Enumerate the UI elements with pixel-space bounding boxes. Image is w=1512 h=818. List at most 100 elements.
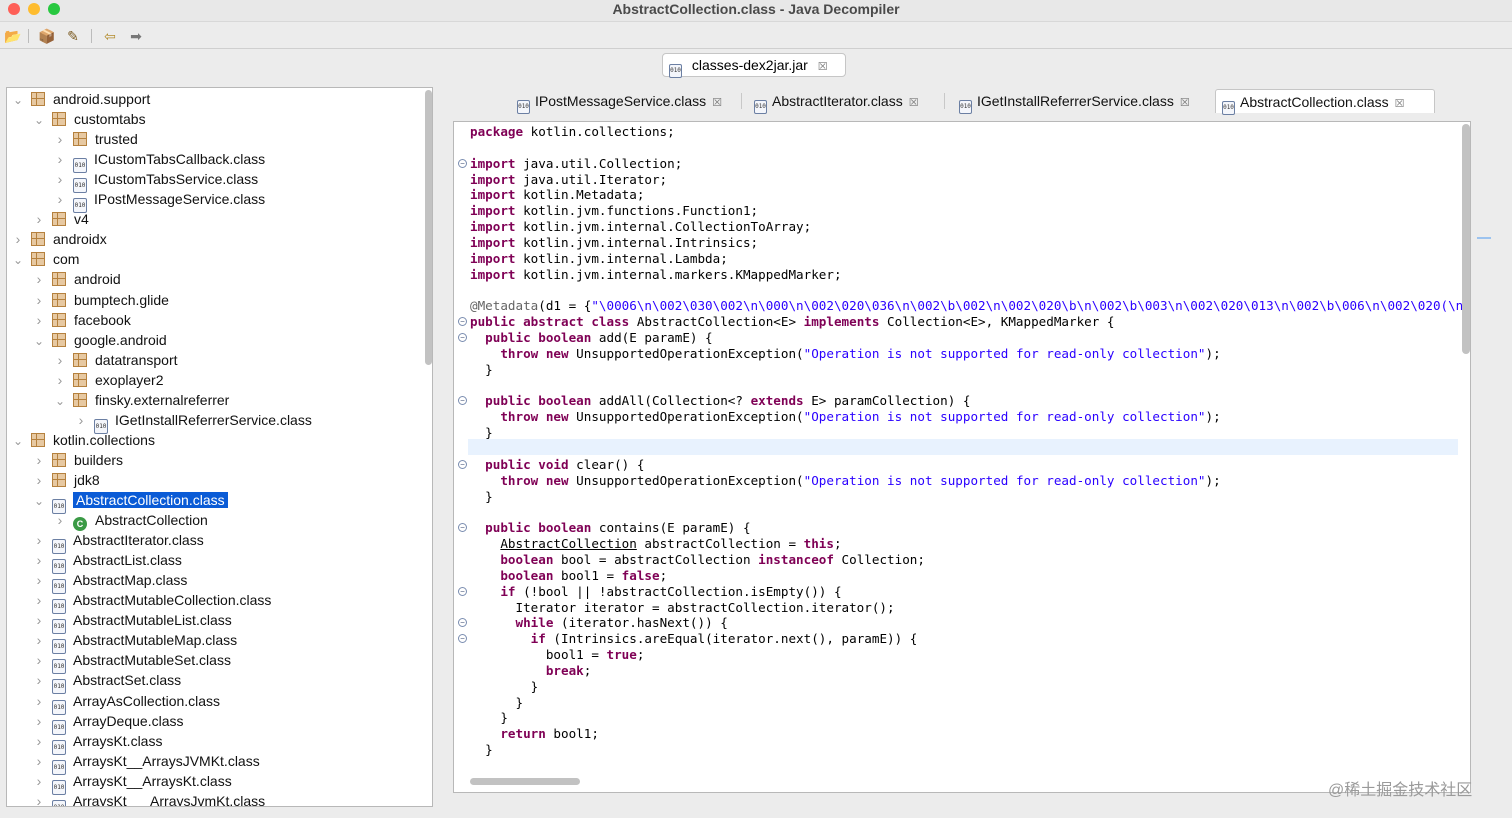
source-tab[interactable]: 010 IPostMessageService.class ☒ xyxy=(511,89,735,115)
chevron-right-icon[interactable]: › xyxy=(53,350,67,370)
chevron-right-icon[interactable]: › xyxy=(32,450,46,470)
tree-item[interactable]: › datatransport xyxy=(53,350,178,370)
chevron-right-icon[interactable]: › xyxy=(32,691,46,711)
tree-item[interactable]: › 010 ICustomTabsCallback.class xyxy=(53,149,265,174)
chevron-right-icon[interactable]: › xyxy=(32,751,46,771)
tree-scrollbar[interactable] xyxy=(425,90,432,365)
chevron-right-icon[interactable]: › xyxy=(74,410,88,430)
chevron-right-icon[interactable]: › xyxy=(53,169,67,189)
code-vertical-scrollbar[interactable] xyxy=(1462,124,1470,354)
chevron-right-icon[interactable]: › xyxy=(32,791,46,806)
tree-item[interactable]: ⌄ 010 AbstractCollection.class xyxy=(32,490,228,514)
tree-item[interactable]: › trusted xyxy=(53,129,138,149)
chevron-right-icon[interactable]: › xyxy=(32,590,46,610)
chevron-down-icon[interactable]: ⌄ xyxy=(53,391,67,411)
fold-toggle-icon[interactable]: − xyxy=(458,618,467,628)
chevron-down-icon[interactable]: ⌄ xyxy=(11,90,25,110)
tree-item[interactable]: › 010 ArraysKt__ArraysJVMKt.class xyxy=(32,751,260,775)
tree-item[interactable]: › 010 AbstractMutableMap.class xyxy=(32,630,237,655)
tree-item[interactable]: › bumptech.glide xyxy=(32,290,169,310)
tree-item[interactable]: ⌄ finsky.externalreferrer xyxy=(53,390,229,410)
fold-toggle-icon[interactable]: − xyxy=(458,459,467,469)
chevron-right-icon[interactable]: › xyxy=(53,510,67,530)
chevron-right-icon[interactable]: › xyxy=(53,129,67,149)
tree-item[interactable]: › 010 IGetInstallReferrerService.class xyxy=(74,410,312,434)
tree-item[interactable]: ⌄ google.android xyxy=(32,330,167,350)
tree-item[interactable]: › androidx xyxy=(11,229,107,249)
package-tree[interactable]: ⌄ android.support ⌄ customtabs › trusted › 010 I… xyxy=(6,87,433,807)
source-tab[interactable]: 010 IGetInstallReferrerService.class ☒ xyxy=(953,89,1209,115)
close-icon[interactable]: ☒ xyxy=(1395,92,1405,116)
tree-item[interactable]: ⌄ android.support xyxy=(11,89,150,109)
tree-item[interactable]: › builders xyxy=(32,450,123,470)
source-tab[interactable]: 010 AbstractIterator.class ☒ xyxy=(748,89,938,115)
tree-item[interactable]: › android xyxy=(32,269,121,289)
tree-item[interactable]: › jdk8 xyxy=(32,470,100,490)
tree-item[interactable]: › 010 AbstractIterator.class xyxy=(32,530,204,555)
tree-item[interactable]: › v4 xyxy=(32,209,89,229)
tree-item[interactable]: › 010 ArraysKt__ArraysKt.class xyxy=(32,771,232,795)
chevron-down-icon[interactable]: ⌄ xyxy=(32,110,46,130)
tree-item[interactable]: › 010 AbstractMutableCollection.class xyxy=(32,590,271,615)
open-file-icon[interactable]: 📂 xyxy=(3,27,23,45)
back-icon[interactable]: ⇦ xyxy=(100,27,120,45)
tree-item[interactable]: ⌄ com xyxy=(11,249,79,269)
tree-item[interactable]: › exoplayer2 xyxy=(53,370,164,390)
tree-item[interactable]: › 010 IPostMessageService.class xyxy=(53,189,265,214)
chevron-right-icon[interactable]: › xyxy=(32,771,46,791)
chevron-right-icon[interactable]: › xyxy=(32,711,46,731)
tree-item[interactable]: › 010 AbstractMutableList.class xyxy=(32,610,232,635)
fold-toggle-icon[interactable]: − xyxy=(458,317,467,327)
fold-toggle-icon[interactable]: − xyxy=(458,586,467,596)
code-horizontal-scrollbar[interactable] xyxy=(470,778,580,785)
fold-toggle-icon[interactable]: − xyxy=(458,523,467,533)
open-jar-icon[interactable]: 📦 xyxy=(37,27,57,45)
tree-item[interactable]: › facebook xyxy=(32,310,131,330)
chevron-right-icon[interactable]: › xyxy=(32,530,46,550)
fold-toggle-icon[interactable]: − xyxy=(458,333,467,343)
chevron-right-icon[interactable]: › xyxy=(32,209,46,229)
chevron-right-icon[interactable]: › xyxy=(32,570,46,590)
chevron-down-icon[interactable]: ⌄ xyxy=(32,491,46,511)
chevron-down-icon[interactable]: ⌄ xyxy=(11,250,25,270)
chevron-right-icon[interactable]: › xyxy=(32,470,46,490)
chevron-right-icon[interactable]: › xyxy=(32,650,46,670)
chevron-down-icon[interactable]: ⌄ xyxy=(11,431,25,451)
chevron-right-icon[interactable]: › xyxy=(32,630,46,650)
chevron-right-icon[interactable]: › xyxy=(32,310,46,330)
close-icon[interactable]: ☒ xyxy=(818,56,828,78)
chevron-down-icon[interactable]: ⌄ xyxy=(32,331,46,351)
tree-item[interactable]: ⌄ customtabs xyxy=(32,109,146,129)
close-icon[interactable]: ☒ xyxy=(712,91,722,115)
close-icon[interactable]: ☒ xyxy=(909,91,919,115)
fold-toggle-icon[interactable]: − xyxy=(458,634,467,644)
tree-item[interactable]: › 010 AbstractSet.class xyxy=(32,670,181,695)
chevron-right-icon[interactable]: › xyxy=(11,229,25,249)
chevron-right-icon[interactable]: › xyxy=(32,731,46,751)
chevron-right-icon[interactable]: › xyxy=(32,290,46,310)
chevron-right-icon[interactable]: › xyxy=(32,550,46,570)
search-icon[interactable]: ✎ xyxy=(63,27,83,45)
fold-toggle-icon[interactable]: − xyxy=(458,396,467,406)
tree-item[interactable]: › 010 ArraysKt.class xyxy=(32,731,162,755)
tree-item[interactable]: ⌄ kotlin.collections xyxy=(11,430,155,450)
tree-item[interactable]: › 010 ArrayDeque.class xyxy=(32,711,184,735)
tree-item[interactable]: › 010 AbstractMutableSet.class xyxy=(32,650,231,675)
tree-item[interactable]: › 010 ArraysKt___ArraysJvmKt.class xyxy=(32,791,265,806)
close-icon[interactable]: ☒ xyxy=(1180,91,1190,115)
tree-item[interactable]: › 010 ArrayAsCollection.class xyxy=(32,691,220,715)
chevron-right-icon[interactable]: › xyxy=(32,269,46,289)
fold-toggle-icon[interactable]: − xyxy=(458,158,467,168)
tree-item[interactable]: › 010 ICustomTabsService.class xyxy=(53,169,258,194)
chevron-right-icon[interactable]: › xyxy=(53,370,67,390)
pane-splitter[interactable] xyxy=(435,87,443,807)
tree-item[interactable]: › C AbstractCollection xyxy=(53,510,208,532)
chevron-right-icon[interactable]: › xyxy=(53,149,67,169)
source-tab[interactable]: 010 AbstractCollection.class ☒ xyxy=(1215,89,1435,116)
forward-icon[interactable]: ➡ xyxy=(126,27,146,45)
jar-tab[interactable]: 010 classes-dex2jar.jar ☒ xyxy=(662,53,846,78)
code-editor[interactable]: − − − − − − − − − package kotlin.collections; imp… xyxy=(453,121,1471,793)
tree-item[interactable]: › 010 AbstractList.class xyxy=(32,550,182,575)
tree-item[interactable]: › 010 AbstractMap.class xyxy=(32,570,187,595)
chevron-right-icon[interactable]: › xyxy=(32,670,46,690)
